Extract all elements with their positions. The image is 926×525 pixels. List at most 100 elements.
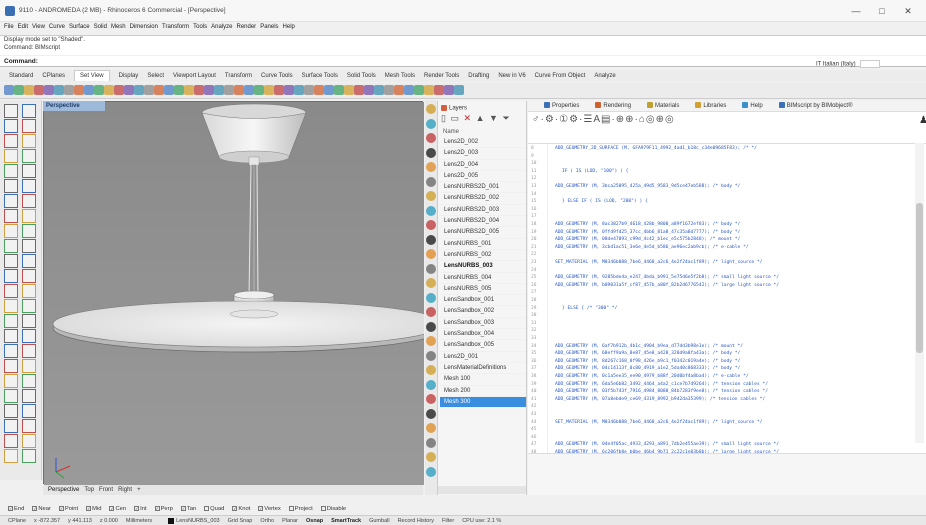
layer-item[interactable]: LensNURBS2D_002 <box>440 193 526 205</box>
toolbar-tool-icon[interactable] <box>4 85 14 95</box>
minimize-button[interactable]: — <box>846 4 866 18</box>
left-tool-icon[interactable] <box>4 209 18 223</box>
layer-item[interactable]: LensSandbox_004 <box>440 329 526 341</box>
toolbar-tool-icon[interactable] <box>294 85 304 95</box>
toolbar-tab[interactable]: Display <box>119 73 139 79</box>
render-tool-icon[interactable] <box>426 147 436 158</box>
units-selector[interactable]: IT Italian (Italy) <box>816 60 880 68</box>
toolbar-tool-icon[interactable] <box>184 85 194 95</box>
delete-layer-icon[interactable]: ✕ <box>464 113 473 123</box>
layer-item[interactable]: Lens2D_003 <box>440 148 526 160</box>
left-tool-icon[interactable] <box>4 104 18 118</box>
menu-item[interactable]: Analyze <box>211 24 232 30</box>
osnap-checkbox[interactable]: ✓ <box>134 505 140 511</box>
menu-item[interactable]: Help <box>283 24 295 30</box>
toolbar-tab[interactable]: Curve Tools <box>261 73 293 79</box>
toolbar-tool-icon[interactable] <box>164 85 174 95</box>
left-tool-icon[interactable] <box>22 434 36 448</box>
toolbar-tool-icon[interactable] <box>304 85 314 95</box>
osnap-toggle[interactable]: ✓ Point <box>55 505 78 512</box>
osnap-toggle[interactable]: ✓ Int <box>130 505 147 512</box>
left-tool-icon[interactable] <box>22 314 36 328</box>
left-tool-icon[interactable] <box>4 404 18 418</box>
toolbar-tool-icon[interactable] <box>94 85 104 95</box>
toolbar-tool-icon[interactable] <box>204 85 214 95</box>
render-tool-icon[interactable] <box>426 118 436 129</box>
toolbar-tool-icon[interactable] <box>194 85 204 95</box>
menu-item[interactable]: Transform <box>162 24 189 30</box>
left-tool-icon[interactable] <box>22 164 36 178</box>
render-tool-icon[interactable] <box>426 205 436 216</box>
toolbar-tool-icon[interactable] <box>84 85 94 95</box>
code-scroll-thumb[interactable] <box>916 203 923 353</box>
toolbar-tool-icon[interactable] <box>274 85 284 95</box>
panel-tab[interactable]: Rendering <box>587 102 631 109</box>
layer-item[interactable]: LensNURBS2D_004 <box>440 216 526 228</box>
menu-item[interactable]: Mesh <box>111 24 126 30</box>
left-tool-icon[interactable] <box>4 149 18 163</box>
osnap-toggle[interactable]: Project <box>285 505 313 512</box>
osnap-checkbox[interactable]: ✓ <box>180 505 186 511</box>
left-tool-icon[interactable] <box>22 254 36 268</box>
toolbar-tool-icon[interactable] <box>124 85 134 95</box>
toolbar-tool-icon[interactable] <box>234 85 244 95</box>
render-tool-icon[interactable] <box>426 176 436 187</box>
render-tool-icon[interactable] <box>426 292 436 303</box>
osnap-checkbox[interactable]: ✓ <box>258 505 264 511</box>
menu-item[interactable]: Edit <box>18 24 28 30</box>
toolbar-tool-icon[interactable] <box>114 85 124 95</box>
viewport-tab[interactable]: Top <box>84 487 94 493</box>
render-tool-icon[interactable] <box>426 191 436 201</box>
toolbar-tab[interactable]: Curve From Object <box>535 73 586 79</box>
toolbar-tool-icon[interactable] <box>144 85 154 95</box>
render-tool-icon[interactable] <box>426 365 436 375</box>
toolbar-tool-icon[interactable] <box>64 85 74 95</box>
panel-tab[interactable]: Materials <box>639 102 679 109</box>
left-tool-icon[interactable] <box>22 149 36 163</box>
layer-item[interactable]: LensNURBS_005 <box>440 284 526 296</box>
close-button[interactable]: ✕ <box>898 4 918 18</box>
menu-item[interactable]: Solid <box>94 24 107 30</box>
toolbar-tool-icon[interactable] <box>224 85 234 95</box>
left-tool-icon[interactable] <box>22 194 36 208</box>
left-tool-icon[interactable] <box>22 119 36 133</box>
toolbar-tool-icon[interactable] <box>434 85 444 95</box>
render-tool-icon[interactable] <box>426 350 436 361</box>
left-tool-icon[interactable] <box>4 239 18 253</box>
layer-item[interactable]: LensNURBS_004 <box>440 273 526 284</box>
left-tool-icon[interactable] <box>4 359 18 373</box>
toolbar-tool-icon[interactable] <box>384 85 394 95</box>
osnap-toggle[interactable]: ✓ Mid <box>82 505 101 512</box>
render-tool-icon[interactable] <box>426 249 436 259</box>
toolbar-tab[interactable]: Standard <box>9 73 33 79</box>
layer-item[interactable]: LensNURBS2D_003 <box>440 205 526 217</box>
osnap-toggle[interactable]: Quad <box>200 505 224 512</box>
left-tool-icon[interactable] <box>22 104 36 118</box>
render-tool-icon[interactable] <box>426 394 436 404</box>
current-layer-status[interactable]: LensNURBS_003 <box>160 517 220 524</box>
toolbar-tab[interactable]: New in V6 <box>498 73 525 79</box>
layer-item[interactable]: Lens2D_004 <box>440 160 526 171</box>
left-tool-icon[interactable] <box>4 434 18 448</box>
render-tool-icon[interactable] <box>426 104 436 114</box>
osnap-toggle[interactable]: ✓ Vertex <box>254 505 281 512</box>
toolbar-tab[interactable]: Render Tools <box>424 73 459 79</box>
user-icon[interactable]: ♟ <box>919 115 926 126</box>
toolbar-tab[interactable]: Set View <box>74 70 110 81</box>
status-toggle[interactable]: Planar <box>282 518 298 524</box>
panel-tab[interactable]: Help <box>734 102 763 109</box>
layer-item[interactable]: Lens2D_005 <box>440 171 526 183</box>
viewport-tab[interactable]: Perspective <box>48 487 79 493</box>
layers-horizontal-scrollbar[interactable] <box>438 486 526 494</box>
status-toggle[interactable]: Osnap <box>306 518 323 524</box>
osnap-checkbox[interactable]: ✓ <box>232 505 238 511</box>
toolbar-tab[interactable]: CPlanes <box>42 73 65 79</box>
code-scrollbar[interactable] <box>915 143 924 443</box>
code-editor[interactable]: 8 9 10 11 12 13 14 15 16 17 18 19 20 21 22 23 24 25 26 27 28… <box>528 143 926 455</box>
toolbar-tool-icon[interactable] <box>54 85 64 95</box>
menu-item[interactable]: View <box>32 24 45 30</box>
left-tool-icon[interactable] <box>4 224 18 238</box>
render-tool-icon[interactable] <box>426 162 436 172</box>
osnap-checkbox[interactable]: ✓ <box>8 505 13 511</box>
osnap-toggle[interactable]: ✓ Cen <box>105 505 126 512</box>
